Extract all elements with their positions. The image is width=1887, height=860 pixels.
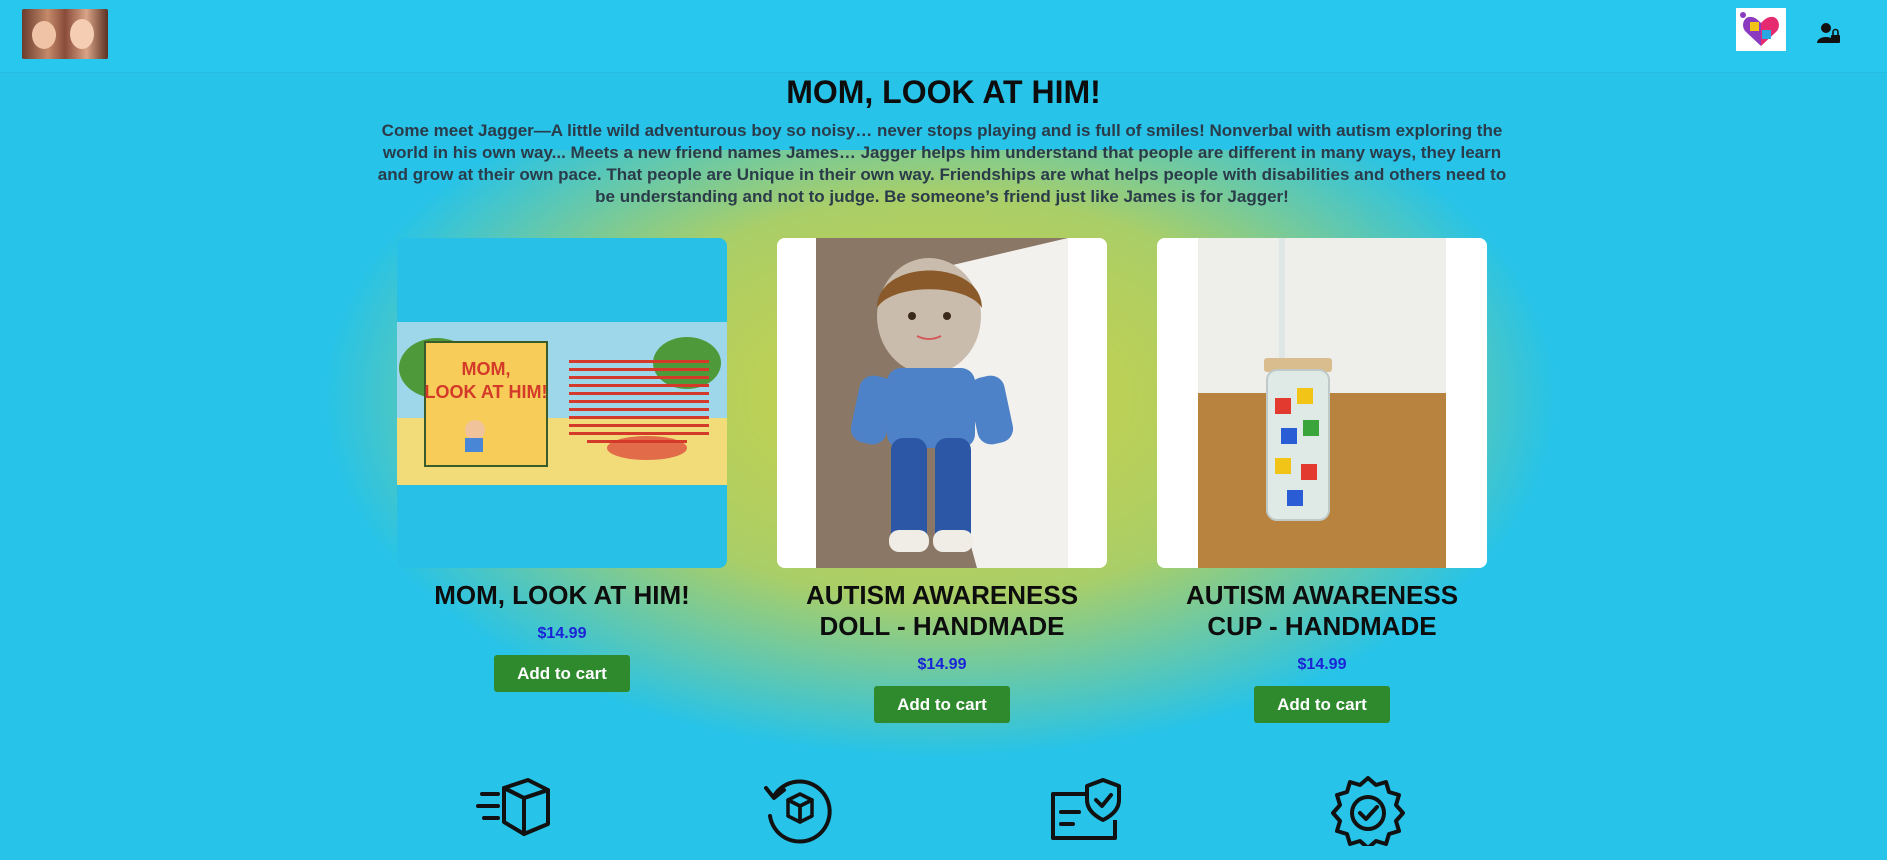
- product-title[interactable]: MOM, LOOK AT HIM!: [397, 580, 727, 611]
- product-price: $14.99: [537, 625, 587, 642]
- product-title[interactable]: AUTISM AWARENESS CUP - HANDMADE: [1157, 580, 1487, 642]
- book-illustration: MOM, LOOK AT HIM!: [397, 322, 727, 485]
- cup-illustration: [1157, 238, 1487, 568]
- face-right: [70, 19, 94, 49]
- puzzle-heart-logo[interactable]: [1736, 8, 1786, 51]
- svg-text:LOOK AT HIM!: LOOK AT HIM!: [425, 382, 548, 402]
- add-to-cart-button[interactable]: Add to cart: [1254, 686, 1390, 723]
- puzzle-cup-image[interactable]: [1157, 238, 1487, 568]
- product-price: $14.99: [1297, 656, 1347, 673]
- product-title[interactable]: AUTISM AWARENESS DOLL - HANDMADE: [777, 580, 1107, 642]
- product-description: Come meet Jagger—A little wild adventuro…: [377, 121, 1507, 206]
- book-cover-image[interactable]: MOM, LOOK AT HIM!: [397, 238, 727, 568]
- badge-icon-graphic: [1331, 776, 1405, 850]
- account-icon-graphic: [1817, 23, 1840, 43]
- return-icon-graphic: [764, 779, 832, 844]
- return-box-icon: [760, 776, 840, 846]
- secure-icon-graphic: [1051, 778, 1121, 840]
- family-photo-logo[interactable]: [22, 9, 108, 59]
- puzzle-heart-icon: [1740, 12, 1779, 46]
- svg-text:MOM,: MOM,: [462, 359, 511, 379]
- fast-shipping-box-icon: [476, 776, 556, 846]
- site-header: [0, 0, 1887, 72]
- face-left: [32, 21, 56, 49]
- page-title: MOM, LOOK AT HIM!: [786, 74, 1101, 110]
- product-price: $14.99: [917, 656, 967, 673]
- product-card: AUTISM AWARENESS DOLL - HANDMADE $14.99 …: [777, 238, 1107, 723]
- add-to-cart-button[interactable]: Add to cart: [494, 655, 630, 692]
- secure-payment-icon: [1045, 776, 1125, 846]
- product-card: AUTISM AWARENESS CUP - HANDMADE $14.99 A…: [1157, 238, 1487, 723]
- product-card: MOM, LOOK AT HIM! MOM, LOOK AT HIM! $14.…: [397, 238, 727, 692]
- user-lock-icon[interactable]: [1816, 20, 1842, 46]
- shipping-icon-graphic: [476, 778, 550, 836]
- add-to-cart-button[interactable]: Add to cart: [874, 686, 1010, 723]
- features-row: [0, 776, 1887, 860]
- crochet-doll-image[interactable]: [777, 238, 1107, 568]
- doll-illustration: [777, 238, 1107, 568]
- quality-badge-icon: [1328, 776, 1408, 850]
